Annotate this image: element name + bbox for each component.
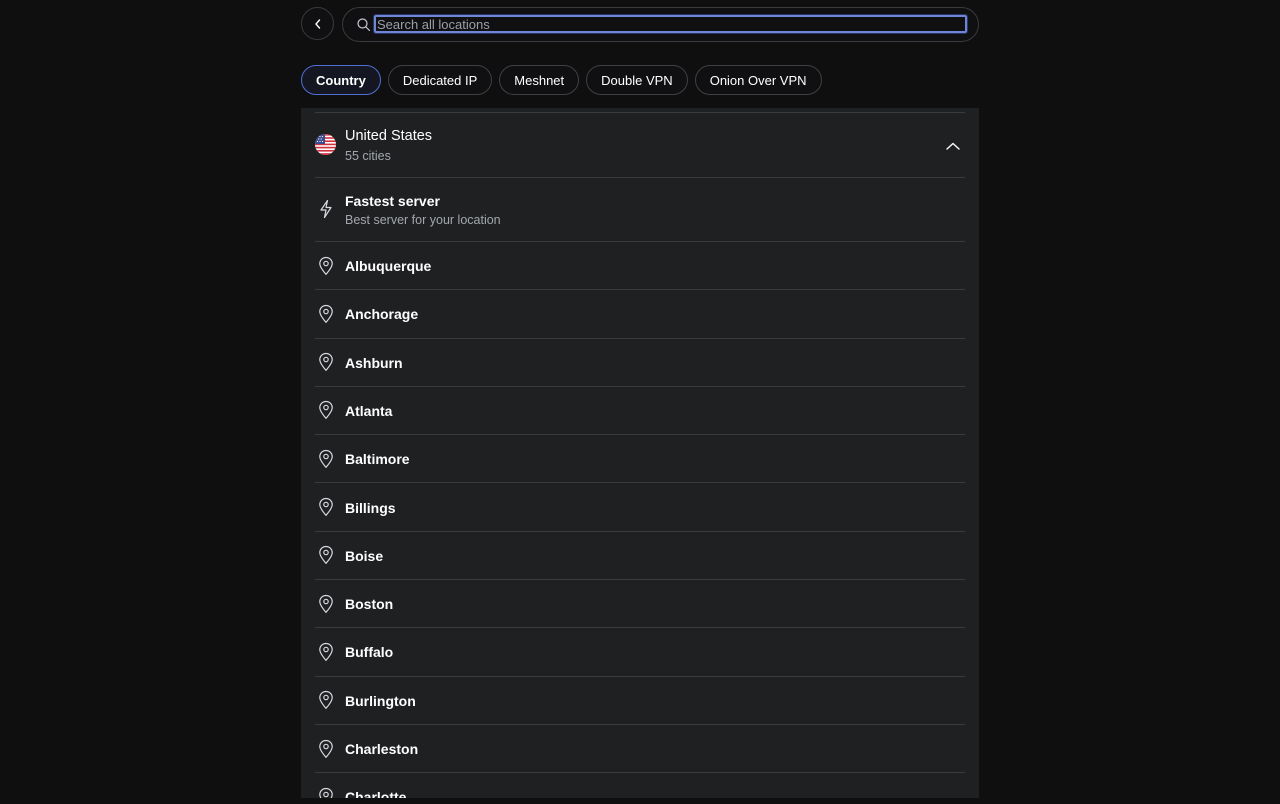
city-row[interactable]: Albuquerque [315, 242, 965, 291]
search-input[interactable] [373, 14, 968, 34]
city-name: Buffalo [345, 644, 394, 661]
city-name: Charlotte [345, 789, 407, 798]
fastest-server-title: Fastest server [345, 193, 440, 209]
city-row[interactable]: Baltimore [315, 435, 965, 484]
city-name: Burlington [345, 692, 416, 709]
locations-page: Country Dedicated IP Meshnet Double VPN … [0, 0, 1280, 804]
search-icon [357, 18, 371, 32]
map-pin-icon [315, 448, 336, 469]
city-row[interactable]: Ashburn [315, 339, 965, 387]
map-pin-icon [315, 593, 336, 614]
city-row[interactable]: Anchorage [315, 290, 965, 339]
city-name: Anchorage [345, 306, 419, 323]
fastest-server-subtitle: Best server for your location [345, 213, 501, 227]
map-pin-icon [315, 786, 336, 798]
tab-dedicated-ip[interactable]: Dedicated IP [387, 65, 493, 95]
city-name: Albuquerque [345, 258, 432, 274]
country-name: United States [345, 128, 433, 144]
map-pin-icon [315, 738, 336, 759]
search-box [342, 7, 979, 42]
us-flag-icon [315, 134, 336, 155]
city-row[interactable]: Boston [315, 580, 965, 629]
map-pin-icon [315, 303, 336, 324]
tab-meshnet[interactable]: Meshnet [499, 65, 580, 95]
filter-tabs: Country Dedicated IP Meshnet Double VPN … [301, 65, 822, 95]
map-pin-icon [315, 690, 336, 711]
city-row[interactable]: Boise [315, 532, 965, 581]
locations-list: United States 55 cities Fastest server B… [301, 108, 979, 798]
city-name: Boston [345, 596, 394, 613]
back-button[interactable] [301, 7, 334, 40]
city-row[interactable]: Buffalo [315, 628, 965, 677]
city-name: Billings [345, 499, 396, 516]
chevron-left-icon [314, 18, 320, 29]
map-pin-icon [315, 255, 336, 276]
tab-double-vpn[interactable]: Double VPN [586, 65, 688, 95]
map-pin-icon [315, 400, 336, 421]
map-pin-icon [315, 641, 336, 662]
city-row[interactable]: Charleston [315, 725, 965, 774]
city-name: Atlanta [345, 402, 393, 419]
city-row[interactable]: Burlington [315, 677, 965, 725]
chevron-up-icon[interactable] [945, 141, 961, 151]
city-name: Charleston [345, 741, 419, 757]
fastest-server-row[interactable]: Fastest server Best server for your loca… [315, 178, 965, 242]
city-name: Boise [345, 547, 384, 564]
city-row[interactable]: Billings [315, 484, 965, 532]
map-pin-icon [315, 497, 336, 518]
tab-onion-over-vpn[interactable]: Onion Over VPN [694, 65, 822, 95]
map-pin-icon [315, 352, 336, 373]
map-pin-icon [315, 545, 336, 566]
country-city-count: 55 cities [345, 149, 391, 163]
lightning-icon [315, 198, 336, 219]
city-name: Ashburn [345, 354, 403, 371]
city-row[interactable]: Charlotte [315, 773, 965, 798]
city-row[interactable]: Atlanta [315, 387, 965, 436]
tab-country[interactable]: Country [301, 65, 381, 95]
city-name: Baltimore [345, 451, 410, 468]
country-row-united-states[interactable]: United States 55 cities [315, 113, 965, 178]
